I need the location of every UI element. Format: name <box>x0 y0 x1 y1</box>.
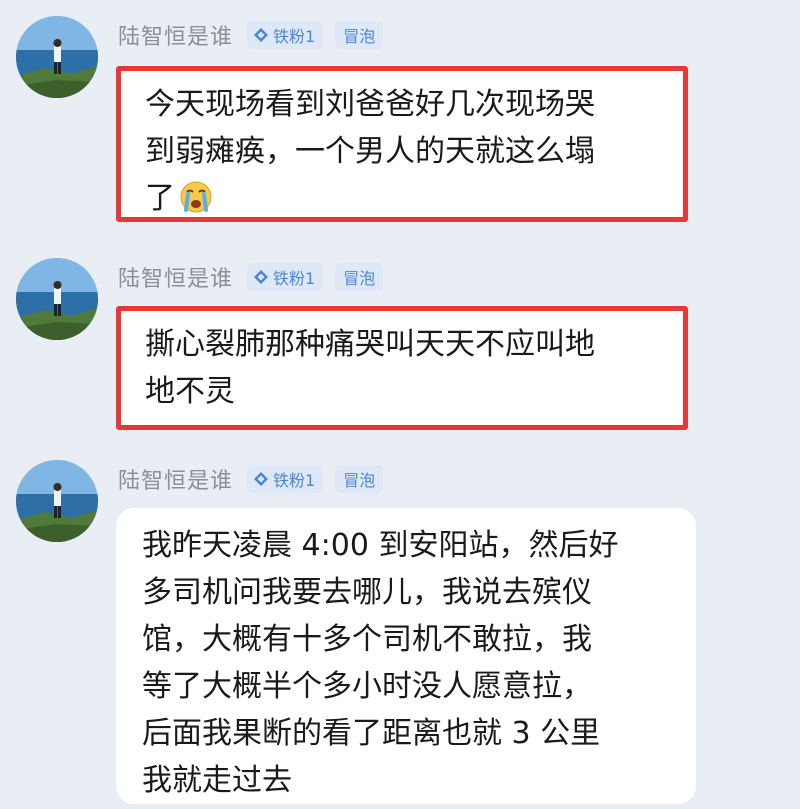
diamond-icon <box>254 270 269 284</box>
message-meta: 陆智恒是谁 铁粉1 冒泡 <box>118 464 395 494</box>
message-item: 陆智恒是谁 铁粉1 冒泡 今天现场看到刘爸爸好几次现场哭 到弱瘫痪，一个男人的天… <box>0 0 800 240</box>
bubble-badge[interactable]: 冒泡 <box>335 465 384 493</box>
message-bubble[interactable]: 我昨天凌晨 4:00 到安阳站，然后好 多司机问我要去哪儿，我说去殡仪 馆，大概… <box>116 508 696 804</box>
message-bubble[interactable]: 撕心裂肺那种痛哭叫天天不应叫地 地不灵 <box>116 306 688 430</box>
diamond-icon <box>254 28 269 42</box>
message-text: 我昨天凌晨 4:00 到安阳站，然后好 多司机问我要去哪儿，我说去殡仪 馆，大概… <box>142 528 619 798</box>
fan-badge[interactable]: 铁粉1 <box>247 21 324 49</box>
crying-face-icon <box>180 181 212 213</box>
avatar-image <box>16 16 98 98</box>
message-text: 撕心裂肺那种痛哭叫天天不应叫地 地不灵 <box>145 327 595 409</box>
avatar[interactable] <box>16 258 98 340</box>
username[interactable]: 陆智恒是谁 <box>118 19 233 51</box>
avatar[interactable] <box>16 16 98 98</box>
avatar[interactable] <box>16 460 98 542</box>
fan-badge-label: 铁粉1 <box>273 269 316 288</box>
message-bubble[interactable]: 今天现场看到刘爸爸好几次现场哭 到弱瘫痪，一个男人的天就这么塌 了 <box>116 66 688 222</box>
fan-badge[interactable]: 铁粉1 <box>247 263 324 291</box>
username[interactable]: 陆智恒是谁 <box>118 463 233 495</box>
avatar-image <box>16 258 98 340</box>
bubble-badge[interactable]: 冒泡 <box>335 21 384 49</box>
diamond-icon <box>254 472 269 486</box>
avatar-image <box>16 460 98 542</box>
message-item: 陆智恒是谁 铁粉1 冒泡 撕心裂肺那种痛哭叫天天不应叫地 地不灵 <box>0 242 800 442</box>
fan-badge[interactable]: 铁粉1 <box>247 465 324 493</box>
fan-badge-label: 铁粉1 <box>273 27 316 46</box>
message-item: 陆智恒是谁 铁粉1 冒泡 我昨天凌晨 4:00 到安阳站，然后好 多司机问我要去… <box>0 444 800 809</box>
bubble-badge[interactable]: 冒泡 <box>335 263 384 291</box>
message-meta: 陆智恒是谁 铁粉1 冒泡 <box>118 262 395 292</box>
message-meta: 陆智恒是谁 铁粉1 冒泡 <box>118 20 395 50</box>
username[interactable]: 陆智恒是谁 <box>118 261 233 293</box>
fan-badge-label: 铁粉1 <box>273 471 316 490</box>
